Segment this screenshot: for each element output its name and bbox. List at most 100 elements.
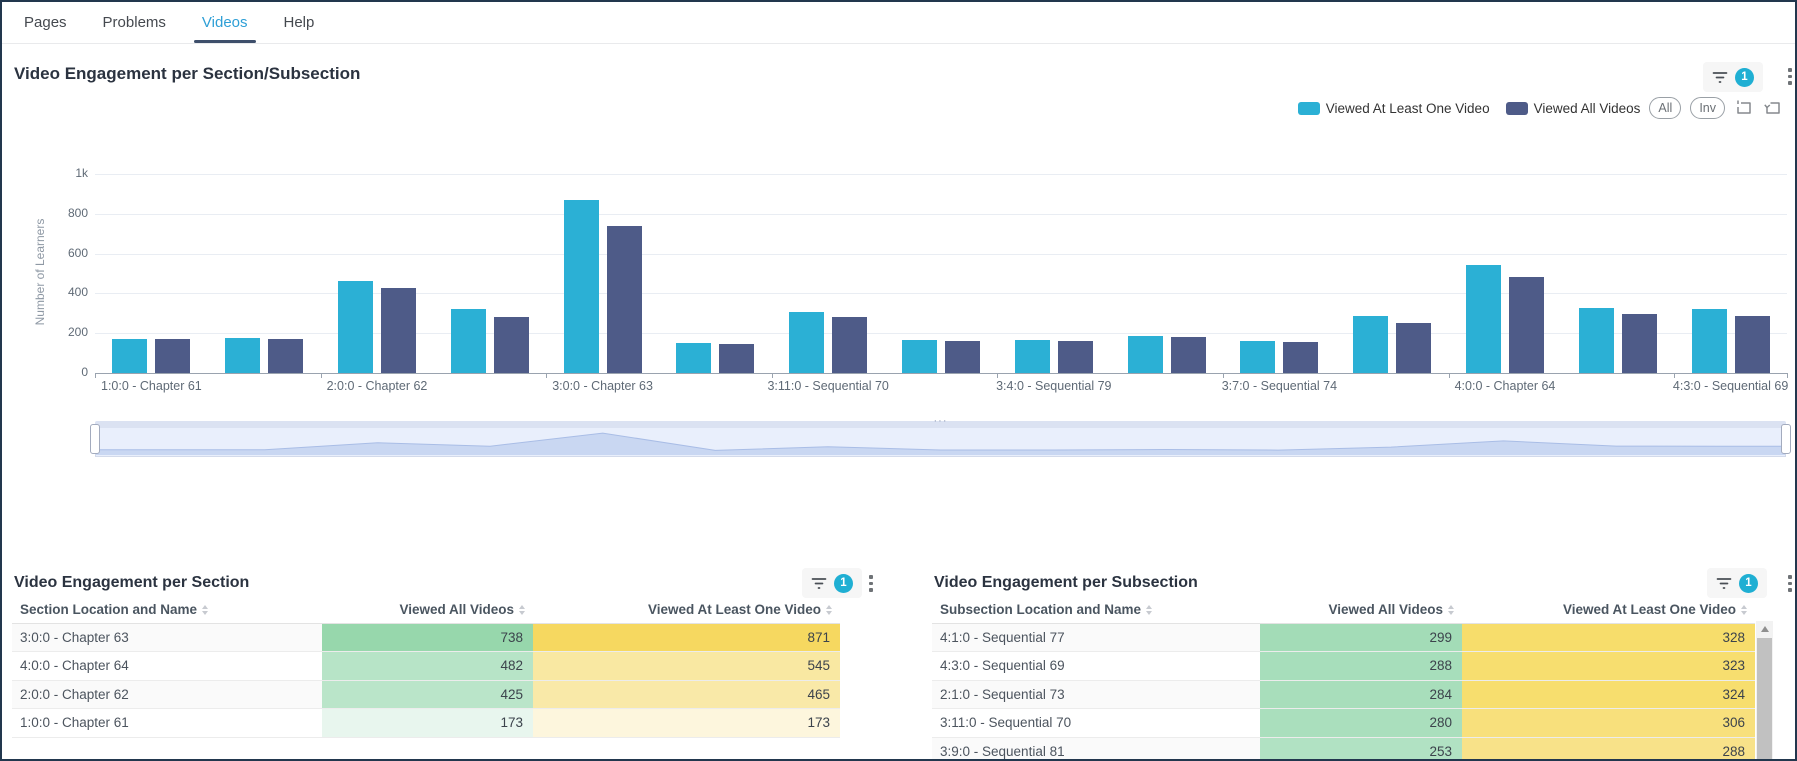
viewed-all-cell: 425 (322, 681, 533, 708)
bar-viewed-all[interactable] (1283, 342, 1318, 373)
bar-viewed-all[interactable] (607, 226, 642, 373)
bar-viewed-all[interactable] (1396, 323, 1431, 373)
tab-pages[interactable]: Pages (24, 2, 67, 43)
bar-group (772, 312, 885, 373)
bar-viewed-at-least-one[interactable] (564, 200, 599, 373)
zoom-reset-icon[interactable] (1763, 99, 1783, 117)
bar-viewed-all[interactable] (1735, 316, 1770, 373)
bar-viewed-all[interactable] (1171, 337, 1206, 373)
x-axis-tick (1674, 373, 1675, 378)
chart-menu-kebab-icon[interactable] (1785, 65, 1795, 88)
bar-viewed-all[interactable] (719, 344, 754, 374)
tab-help[interactable]: Help (284, 2, 315, 43)
zoom-select-icon[interactable] (1734, 99, 1754, 117)
table-row: 4:3:0 - Sequential 69288323 (932, 652, 1755, 680)
subsection-table: Subsection Location and Name Viewed All V… (932, 602, 1755, 761)
bar-viewed-all[interactable] (945, 341, 980, 373)
section-table-filter-chip[interactable]: 1 (802, 568, 862, 598)
bar-viewed-at-least-one[interactable] (1353, 316, 1388, 373)
section-table-menu-kebab-icon[interactable] (866, 572, 876, 595)
row-name-cell: 2:0:0 - Chapter 62 (12, 681, 322, 708)
bar-viewed-at-least-one[interactable] (1240, 341, 1275, 373)
datazoom-right-handle[interactable] (1781, 424, 1791, 454)
bar-viewed-all[interactable] (832, 317, 867, 373)
legend-all-button[interactable]: All (1649, 97, 1681, 119)
column-header[interactable]: Viewed All Videos (1260, 602, 1462, 623)
column-header-label: Viewed All Videos (1328, 602, 1443, 617)
table-row: 2:1:0 - Sequential 73284324 (932, 681, 1755, 709)
column-header[interactable]: Subsection Location and Name (932, 602, 1260, 623)
bar-viewed-at-least-one[interactable] (338, 281, 373, 374)
tab-problems[interactable]: Problems (103, 2, 166, 43)
datazoom-minimap (96, 428, 1785, 455)
column-header[interactable]: Viewed At Least One Video (533, 602, 840, 623)
x-axis-tick (95, 373, 96, 378)
datazoom-move-handle[interactable] (95, 421, 1786, 428)
y-tick-label: 800 (48, 206, 88, 220)
viewed-all-cell: 280 (1260, 709, 1462, 736)
bar-viewed-all[interactable] (381, 288, 416, 373)
column-header[interactable]: Section Location and Name (12, 602, 322, 623)
x-axis-label: 4:3:0 - Sequential 69 (1618, 379, 1797, 393)
sort-icon (519, 605, 525, 615)
chart-filter-count-badge: 1 (1735, 68, 1754, 87)
column-header[interactable]: Viewed At Least One Video (1462, 602, 1755, 623)
bar-viewed-at-least-one[interactable] (1128, 336, 1163, 373)
bar-viewed-at-least-one[interactable] (1466, 265, 1501, 374)
legend-item[interactable]: Viewed At Least One Video (1298, 101, 1490, 116)
y-axis-title: Number of Learners (33, 192, 47, 352)
bar-group (1336, 316, 1449, 373)
subsection-table-menu-kebab-icon[interactable] (1785, 572, 1795, 595)
bar-viewed-all[interactable] (155, 339, 190, 373)
bar-viewed-at-least-one[interactable] (112, 339, 147, 373)
viewed-all-cell: 284 (1260, 681, 1462, 708)
sort-desc-icon (1741, 611, 1747, 615)
viewed-one-cell: 545 (533, 652, 840, 679)
bar-viewed-at-least-one[interactable] (451, 309, 486, 374)
datazoom-slider[interactable] (90, 421, 1791, 458)
filter-funnel-icon (1716, 576, 1732, 591)
bar-viewed-at-least-one[interactable] (902, 340, 937, 373)
table-row: 4:1:0 - Sequential 77299328 (932, 624, 1755, 652)
datazoom-track[interactable] (95, 428, 1786, 457)
bar-groups (95, 174, 1787, 373)
bar-viewed-at-least-one[interactable] (225, 338, 260, 373)
bar-viewed-all[interactable] (1622, 314, 1657, 374)
bar-group (321, 281, 434, 374)
column-header-label: Viewed At Least One Video (648, 602, 821, 617)
legend-item[interactable]: Viewed All Videos (1506, 101, 1641, 116)
bar-group (95, 339, 208, 373)
bar-group (1561, 308, 1674, 373)
legend-swatch (1506, 102, 1528, 115)
bar-group (433, 309, 546, 374)
table-row: 3:0:0 - Chapter 63738871 (12, 624, 840, 652)
bar-group (1449, 265, 1562, 374)
bar-viewed-all[interactable] (268, 339, 303, 373)
chart-filter-chip[interactable]: 1 (1703, 62, 1763, 92)
bar-viewed-at-least-one[interactable] (1015, 340, 1050, 373)
subsection-table-filter-chip[interactable]: 1 (1707, 568, 1767, 598)
sort-icon (202, 605, 208, 615)
bar-viewed-all[interactable] (1058, 341, 1093, 373)
legend-label: Viewed All Videos (1534, 101, 1641, 116)
bar-viewed-at-least-one[interactable] (789, 312, 824, 373)
scroll-up-icon[interactable] (1761, 626, 1769, 632)
legend-inverse-button[interactable]: Inv (1690, 97, 1725, 119)
sort-icon (1146, 605, 1152, 615)
row-name-cell: 4:0:0 - Chapter 64 (12, 652, 322, 679)
subsection-table-scrollbar[interactable] (1756, 621, 1773, 759)
bar-viewed-at-least-one[interactable] (1692, 309, 1727, 373)
tab-videos[interactable]: Videos (202, 2, 248, 43)
column-header[interactable]: Viewed All Videos (322, 602, 533, 623)
bar-viewed-all[interactable] (1509, 277, 1544, 373)
bar-viewed-at-least-one[interactable] (1579, 308, 1614, 373)
bar-group (659, 343, 772, 373)
datazoom-left-handle[interactable] (90, 424, 100, 454)
row-name-cell: 4:3:0 - Sequential 69 (932, 652, 1260, 679)
section-table-filter-count-badge: 1 (834, 574, 853, 593)
bar-viewed-all[interactable] (494, 317, 529, 374)
chart-legend: Viewed At Least One Video Viewed All Vide… (1298, 101, 1641, 116)
x-axis-label: 3:0:0 - Chapter 63 (490, 379, 716, 393)
bar-viewed-at-least-one[interactable] (676, 343, 711, 373)
scrollbar-thumb[interactable] (1757, 638, 1772, 759)
